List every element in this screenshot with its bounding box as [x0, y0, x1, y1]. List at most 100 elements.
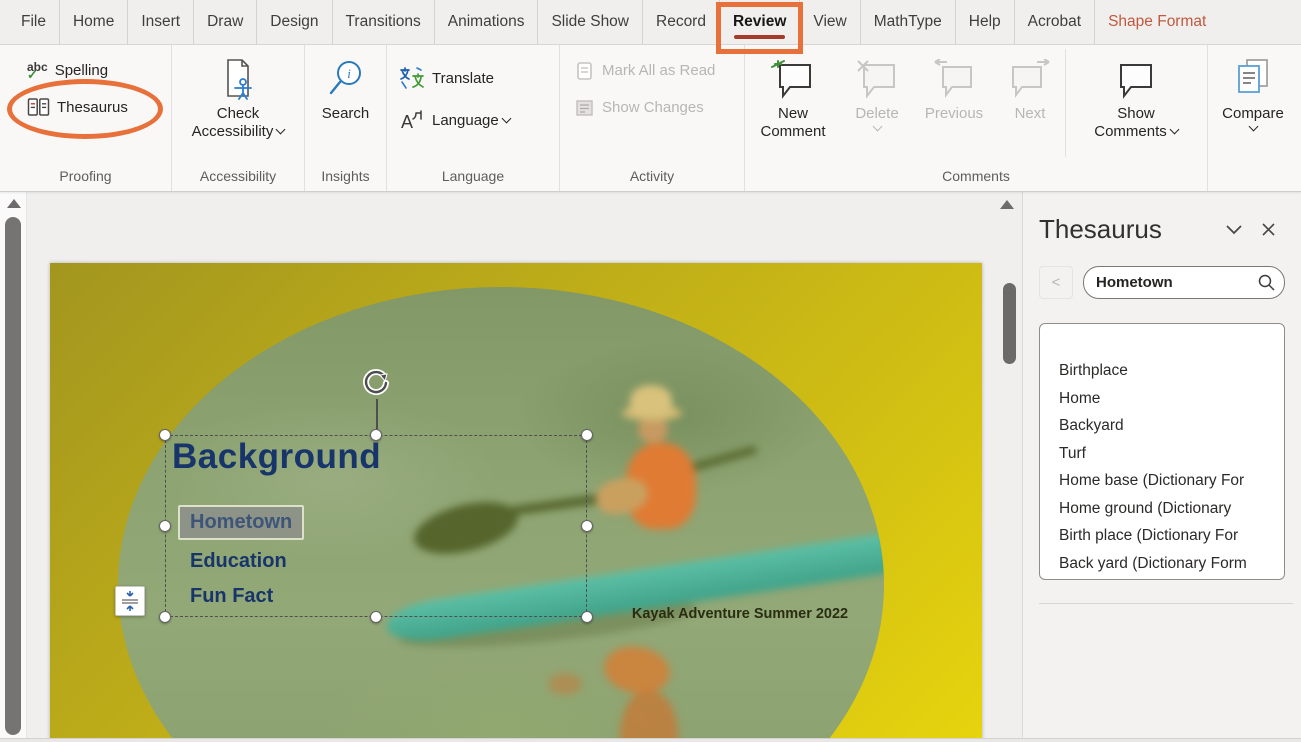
right-scrollbar-thumb[interactable] — [1003, 283, 1016, 364]
thesaurus-result-item[interactable]: Home ground (Dictionary — [1040, 495, 1284, 523]
menu-tab-label: File — [21, 13, 46, 31]
menu-tab[interactable]: File — [8, 0, 59, 44]
thesaurus-result-item[interactable]: Home — [1040, 385, 1284, 413]
content-area: Background Hometown Education Fun Fact K… — [0, 192, 1301, 742]
selection-handle[interactable] — [159, 611, 171, 623]
thesaurus-result-label: Back yard (Dictionary Form — [1059, 555, 1247, 572]
previous-comment-label: Previous — [925, 105, 983, 123]
menu-tab-label: Animations — [448, 13, 525, 31]
group-label-compare — [1208, 165, 1298, 191]
menu-tab-label: Shape Format — [1108, 13, 1206, 31]
thesaurus-result-item[interactable]: Birthplace — [1040, 357, 1284, 385]
kayaker-hat-dome — [630, 385, 672, 415]
thesaurus-result-item[interactable]: Turf — [1040, 440, 1284, 468]
menu-tab[interactable]: Shape Format — [1094, 0, 1219, 44]
magnifier-icon[interactable] — [1257, 273, 1276, 292]
menu-tab-label: Home — [73, 13, 114, 31]
previous-comment-icon — [931, 53, 977, 105]
selection-handle[interactable] — [581, 520, 593, 532]
menu-tab[interactable]: Record — [642, 0, 719, 44]
thesaurus-result-label: Birthplace — [1059, 362, 1128, 379]
scroll-up-icon[interactable] — [1000, 200, 1014, 209]
menu-tab[interactable]: View — [799, 0, 859, 44]
back-button[interactable]: < — [1039, 266, 1073, 299]
menu-tab[interactable]: Draw — [193, 0, 256, 44]
menu-tab[interactable]: Help — [955, 0, 1014, 44]
thesaurus-search-input[interactable] — [1096, 274, 1257, 291]
menu-tab[interactable]: MathType — [860, 0, 955, 44]
group-label-proofing: Proofing — [0, 165, 171, 191]
menu-tab-label: MathType — [874, 13, 942, 31]
thesaurus-results-list: Birthplace (n.) Birthplace Home Backyard — [1039, 323, 1285, 580]
show-changes-label: Show Changes — [602, 99, 704, 116]
delete-comment-button[interactable]: Delete — [841, 45, 913, 165]
thesaurus-pane: Thesaurus < — [1022, 192, 1301, 742]
thesaurus-result-label: Home ground (Dictionary — [1059, 500, 1231, 517]
slide-canvas[interactable]: Background Hometown Education Fun Fact K… — [50, 263, 982, 742]
pane-close-button[interactable] — [1251, 217, 1285, 243]
menu-tab[interactable]: Review — [719, 0, 799, 44]
menu-tab[interactable]: Transitions — [332, 0, 434, 44]
abc-check-icon: abc✓ — [27, 63, 48, 79]
show-changes-button[interactable]: Show Changes — [560, 89, 744, 126]
thesaurus-result-item[interactable]: Home base (Dictionary For — [1040, 467, 1284, 495]
selection-handle[interactable] — [581, 611, 593, 623]
documents-compare-icon — [1233, 53, 1273, 105]
spelling-label: Spelling — [55, 62, 108, 79]
selection-handle[interactable] — [159, 429, 171, 441]
translate-icon — [399, 66, 425, 90]
new-comment-button[interactable]: New Comment — [745, 45, 841, 165]
pane-divider — [1039, 603, 1293, 604]
menu-tab[interactable]: Design — [256, 0, 331, 44]
show-comments-icon — [1113, 53, 1159, 105]
selection-handle[interactable] — [370, 429, 382, 441]
thesaurus-result-label: Backyard — [1059, 417, 1124, 434]
thesaurus-search-box — [1083, 266, 1285, 299]
selection-handle[interactable] — [370, 611, 382, 623]
menu-tab[interactable]: Insert — [127, 0, 193, 44]
thesaurus-result-item[interactable]: Birth place (Dictionary For — [1040, 522, 1284, 550]
ribbon-group-comments: New Comment Delete — [745, 45, 1208, 191]
group-label-language: Language — [387, 165, 559, 191]
spelling-button[interactable]: abc✓ Spelling — [0, 52, 171, 89]
menu-tab[interactable]: Home — [59, 0, 127, 44]
pane-options-button[interactable] — [1217, 217, 1251, 243]
menu-tab-label: Design — [270, 13, 318, 31]
slide-caption[interactable]: Kayak Adventure Summer 2022 — [610, 606, 870, 622]
rotate-handle-icon[interactable] — [360, 367, 392, 399]
mark-all-as-read-button[interactable]: Mark All as Read — [560, 52, 744, 89]
language-button[interactable]: A Language — [387, 99, 559, 141]
autofit-options-button[interactable] — [115, 586, 145, 616]
next-comment-button[interactable]: Next — [995, 45, 1065, 165]
language-label: Language — [432, 112, 510, 129]
left-scrollbar-thumb[interactable] — [5, 217, 21, 735]
menu-tab[interactable]: Slide Show — [537, 0, 642, 44]
delete-comment-icon — [854, 53, 900, 105]
selection-handle[interactable] — [581, 429, 593, 441]
search-label: Search — [322, 105, 370, 123]
menu-tab[interactable]: Acrobat — [1014, 0, 1094, 44]
accessibility-document-icon — [221, 53, 255, 105]
scroll-up-icon[interactable] — [7, 199, 21, 208]
thesaurus-result-item[interactable]: Back yard (Dictionary Form — [1040, 550, 1284, 578]
thesaurus-button[interactable]: Thesaurus — [0, 89, 171, 126]
selection-handle[interactable] — [159, 520, 171, 532]
translate-button[interactable]: Translate — [387, 57, 559, 99]
compare-button[interactable]: Compare — [1208, 45, 1298, 165]
ribbon-group-compare: Compare — [1208, 45, 1298, 191]
search-button[interactable]: i Search — [305, 45, 386, 165]
check-accessibility-label-line2: Accessibility — [192, 123, 285, 141]
thesaurus-result-label: Birth place (Dictionary For — [1059, 527, 1238, 544]
thesaurus-result-item[interactable]: Backyard — [1040, 412, 1284, 440]
textbox-selection-border[interactable] — [165, 435, 587, 617]
check-accessibility-label-line1: Check — [217, 105, 260, 123]
show-comments-button[interactable]: Show Comments — [1066, 45, 1206, 165]
menu-tab[interactable]: Animations — [434, 0, 538, 44]
close-icon — [1262, 223, 1275, 236]
chevron-left-icon: < — [1052, 274, 1061, 291]
grid-icon — [575, 98, 595, 118]
chevron-down-icon — [872, 122, 882, 132]
check-accessibility-button[interactable]: Check Accessibility — [172, 45, 304, 165]
left-scrollbar[interactable] — [0, 192, 27, 742]
previous-comment-button[interactable]: Previous — [913, 45, 995, 165]
